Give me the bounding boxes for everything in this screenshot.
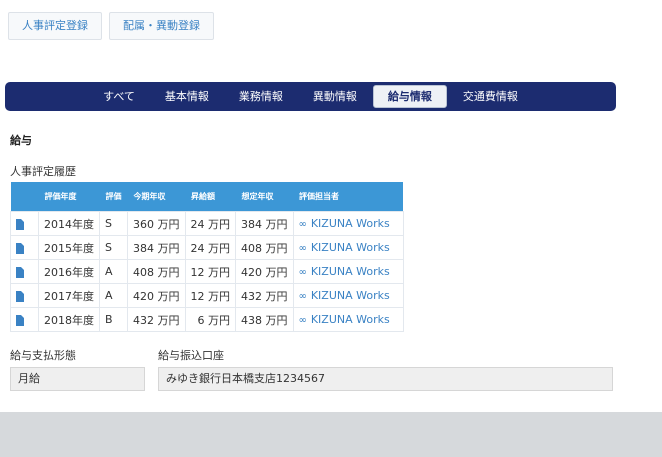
expected-cell: 432 万円 xyxy=(235,283,294,308)
link-icon: ∞ xyxy=(298,267,307,278)
table-row: 2017年度 A 420 万円 12 万円 432 万円 ∞ KIZUNA Wor… xyxy=(10,283,404,308)
raise-cell: 24 万円 xyxy=(184,211,236,236)
evaluation-history-table: 評価年度 評価 今期年収 昇給額 想定年収 評価担当者 2014年度 S 360… xyxy=(10,182,404,332)
top-action-buttons: 人事評定登録 配属・異動登録 xyxy=(8,12,214,40)
table-row: 2015年度 S 384 万円 24 万円 408 万円 ∞ KIZUNA Wor… xyxy=(10,235,404,260)
raise-cell: 12 万円 xyxy=(184,283,236,308)
link-icon: ∞ xyxy=(298,219,307,230)
document-icon[interactable] xyxy=(16,314,24,326)
grade-cell: A xyxy=(99,259,128,284)
payment-type-label: 給与支払形態 xyxy=(10,349,76,362)
link-icon: ∞ xyxy=(298,291,307,302)
evaluator-cell: ∞ KIZUNA Works xyxy=(292,211,404,236)
income-cell: 408 万円 xyxy=(127,259,186,284)
table-row: 2014年度 S 360 万円 24 万円 384 万円 ∞ KIZUNA Wor… xyxy=(10,211,404,236)
evaluator-link[interactable]: KIZUNA Works xyxy=(311,217,390,230)
raise-cell: 12 万円 xyxy=(184,259,236,284)
header-year: 評価年度 xyxy=(38,182,100,212)
header-raise: 昇給額 xyxy=(185,182,236,212)
row-doc-cell xyxy=(10,283,39,308)
raise-cell: 24 万円 xyxy=(184,235,236,260)
expected-cell: 384 万円 xyxy=(235,211,294,236)
register-assignment-button[interactable]: 配属・異動登録 xyxy=(109,12,214,40)
year-cell: 2017年度 xyxy=(38,283,100,308)
header-expected: 想定年収 xyxy=(235,182,293,212)
document-icon[interactable] xyxy=(16,242,24,254)
evaluator-cell: ∞ KIZUNA Works xyxy=(292,259,404,284)
tab-bar: すべて 基本情報 業務情報 異動情報 給与情報 交通費情報 xyxy=(5,82,616,111)
grade-cell: A xyxy=(99,283,128,308)
table-row: 2018年度 B 432 万円 6 万円 438 万円 ∞ KIZUNA Work… xyxy=(10,307,404,332)
header-icon-col xyxy=(10,182,39,212)
row-doc-cell xyxy=(10,259,39,284)
payment-type-field: 月給 xyxy=(10,367,145,391)
row-doc-cell xyxy=(10,307,39,332)
tab-all[interactable]: すべて xyxy=(89,85,149,108)
evaluator-link[interactable]: KIZUNA Works xyxy=(311,265,390,278)
income-cell: 432 万円 xyxy=(127,307,186,332)
document-icon[interactable] xyxy=(16,266,24,278)
raise-cell: 6 万円 xyxy=(184,307,236,332)
header-income: 今期年収 xyxy=(127,182,185,212)
tab-salary-info[interactable]: 給与情報 xyxy=(372,85,447,108)
tab-work-info[interactable]: 業務情報 xyxy=(225,85,297,108)
year-cell: 2016年度 xyxy=(38,259,100,284)
link-icon: ∞ xyxy=(298,315,307,326)
expected-cell: 438 万円 xyxy=(235,307,294,332)
evaluator-link[interactable]: KIZUNA Works xyxy=(311,289,390,302)
expected-cell: 408 万円 xyxy=(235,235,294,260)
income-cell: 420 万円 xyxy=(127,283,186,308)
evaluator-link[interactable]: KIZUNA Works xyxy=(311,241,390,254)
grade-cell: B xyxy=(99,307,128,332)
table-header-row: 評価年度 評価 今期年収 昇給額 想定年収 評価担当者 xyxy=(10,182,403,212)
income-cell: 384 万円 xyxy=(127,235,186,260)
year-cell: 2018年度 xyxy=(38,307,100,332)
footer-band xyxy=(0,412,662,457)
year-cell: 2015年度 xyxy=(38,235,100,260)
document-icon[interactable] xyxy=(16,290,24,302)
year-cell: 2014年度 xyxy=(38,211,100,236)
row-doc-cell xyxy=(10,235,39,260)
row-doc-cell xyxy=(10,211,39,236)
tab-commute-info[interactable]: 交通費情報 xyxy=(449,85,532,108)
tab-transfer-info[interactable]: 異動情報 xyxy=(299,85,371,108)
evaluator-link[interactable]: KIZUNA Works xyxy=(311,313,390,326)
history-title: 人事評定履歴 xyxy=(10,165,76,178)
evaluator-cell: ∞ KIZUNA Works xyxy=(292,235,404,260)
table-row: 2016年度 A 408 万円 12 万円 420 万円 ∞ KIZUNA Wor… xyxy=(10,259,404,284)
evaluator-cell: ∞ KIZUNA Works xyxy=(292,307,404,332)
header-grade: 評価 xyxy=(99,182,128,212)
register-evaluation-button[interactable]: 人事評定登録 xyxy=(8,12,102,40)
document-icon[interactable] xyxy=(16,218,24,230)
expected-cell: 420 万円 xyxy=(235,259,294,284)
tab-basic-info[interactable]: 基本情報 xyxy=(151,85,223,108)
bank-account-field: みゆき銀行日本橋支店1234567 xyxy=(158,367,613,391)
grade-cell: S xyxy=(99,235,128,260)
bank-account-label: 給与振込口座 xyxy=(158,349,224,362)
header-evaluator: 評価担当者 xyxy=(293,182,403,212)
income-cell: 360 万円 xyxy=(127,211,186,236)
evaluator-cell: ∞ KIZUNA Works xyxy=(292,283,404,308)
section-title: 給与 xyxy=(10,134,32,147)
grade-cell: S xyxy=(99,211,128,236)
link-icon: ∞ xyxy=(298,243,307,254)
